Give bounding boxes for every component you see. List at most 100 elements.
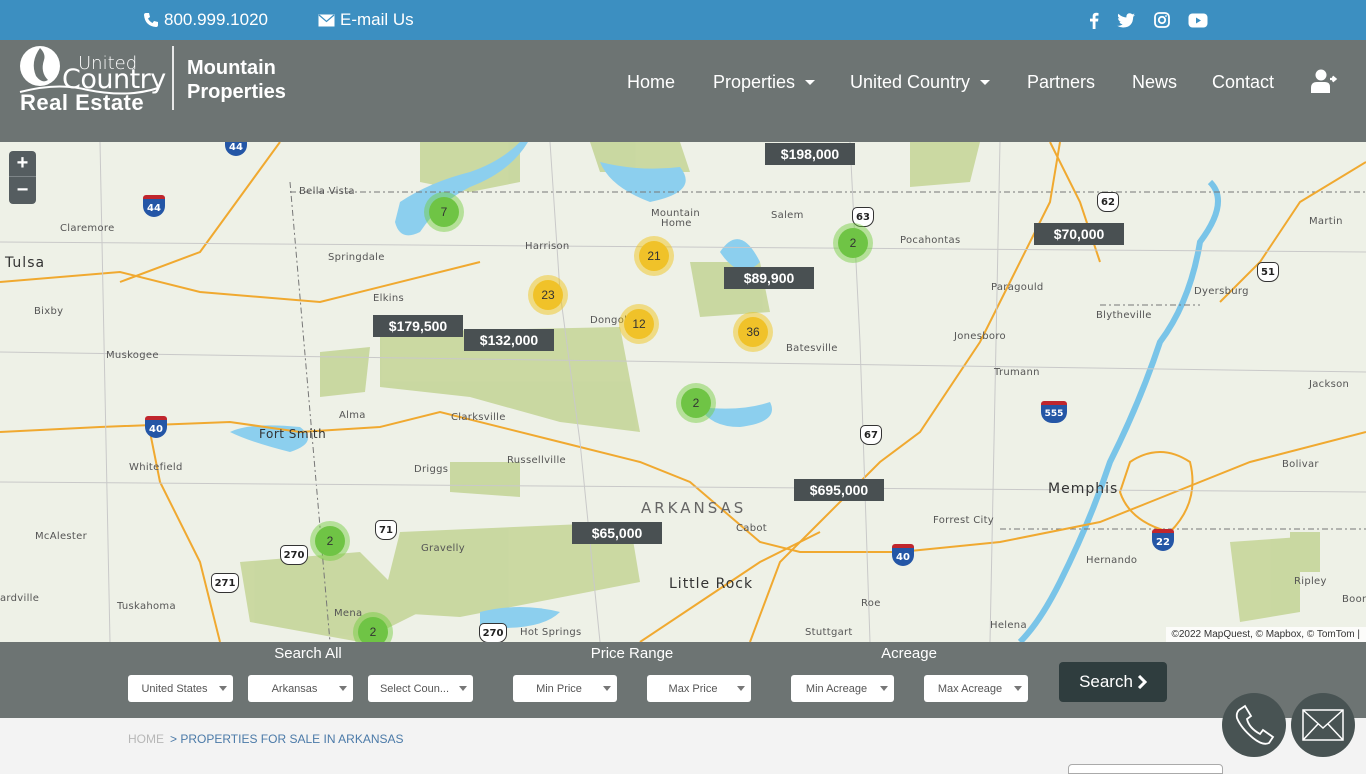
cluster-count: 36 xyxy=(738,317,768,347)
listing-cluster[interactable]: 21 xyxy=(634,236,674,276)
us-route-shield: 62 xyxy=(1097,192,1119,212)
zoom-in-button[interactable]: + xyxy=(9,151,36,177)
country-select[interactable]: United States xyxy=(128,675,233,702)
top-contact-bar: 800.999.1020 E-mail Us xyxy=(0,0,1366,40)
map-place-label: Hot Springs xyxy=(520,627,582,638)
property-price-marker[interactable]: $198,000 xyxy=(765,143,855,165)
property-price-marker[interactable]: $179,500 xyxy=(373,315,463,337)
map-place-label: Harrison xyxy=(525,241,570,252)
nav-partners[interactable]: Partners xyxy=(1027,72,1095,93)
cluster-count: 2 xyxy=(315,526,345,556)
nav-properties[interactable]: Properties xyxy=(713,72,815,93)
site-logo[interactable]: United Country Real Estate Mountain Prop… xyxy=(18,44,288,116)
interstate-shield: 40 xyxy=(145,416,167,438)
map-place-label: Memphis xyxy=(1048,481,1118,497)
login-register-button[interactable] xyxy=(1311,69,1338,93)
us-route-shield: 270 xyxy=(280,545,308,565)
state-select[interactable]: Arkansas xyxy=(248,675,353,702)
us-route-shield: 71 xyxy=(375,520,397,540)
envelope-icon xyxy=(318,14,335,27)
min-price-select[interactable]: Min Price xyxy=(513,675,617,702)
cluster-count: 21 xyxy=(639,241,669,271)
max-price-select[interactable]: Max Price xyxy=(647,675,751,702)
map-place-label: Springdale xyxy=(328,252,385,263)
office-name-line1: Mountain xyxy=(187,57,276,80)
facebook-icon xyxy=(1089,12,1099,29)
us-route-shield: 51 xyxy=(1257,262,1279,282)
map-place-label: Bolivar xyxy=(1282,459,1319,470)
listing-cluster[interactable]: 2 xyxy=(833,223,873,263)
chevron-right-icon xyxy=(1137,675,1147,689)
nav-contact[interactable]: Contact xyxy=(1212,72,1274,93)
map-place-label: Claremore xyxy=(60,223,115,234)
map-place-label: Jonesboro xyxy=(954,331,1006,342)
listing-cluster[interactable]: 12 xyxy=(619,304,659,344)
twitter-link[interactable] xyxy=(1116,10,1136,30)
property-map[interactable]: Bella Vista Claremore Tulsa Springdale B… xyxy=(0,142,1366,642)
breadcrumb-home[interactable]: HOME xyxy=(128,732,164,746)
map-place-label: Jackson xyxy=(1309,379,1349,390)
us-route-shield: 271 xyxy=(211,573,239,593)
interstate-shield: 44 xyxy=(143,195,165,217)
office-name-line2: Properties xyxy=(187,81,286,104)
email-label: E-mail Us xyxy=(340,10,414,30)
property-price-marker[interactable]: $132,000 xyxy=(464,329,554,351)
property-price-marker[interactable]: $89,900 xyxy=(724,267,814,289)
map-place-label: Fort Smith xyxy=(259,427,326,441)
map-place-label: Paragould xyxy=(991,282,1044,293)
search-button-label: Search xyxy=(1079,672,1133,692)
breadcrumb-current: > PROPERTIES FOR SALE IN ARKANSAS xyxy=(170,732,404,746)
map-place-label: McAlester xyxy=(35,531,87,542)
map-place-label: Muskogee xyxy=(106,350,159,361)
property-price-marker[interactable]: $70,000 xyxy=(1034,223,1124,245)
cluster-count: 23 xyxy=(533,280,563,310)
listing-cluster[interactable]: 2 xyxy=(310,521,350,561)
dropdown-arrow-icon xyxy=(880,686,888,691)
dropdown-arrow-icon xyxy=(339,686,347,691)
listing-cluster[interactable]: 23 xyxy=(528,275,568,315)
nav-news[interactable]: News xyxy=(1132,72,1177,93)
map-attribution[interactable]: ©2022 MapQuest, © Mapbox, © TomTom | xyxy=(1166,627,1366,642)
property-price-marker[interactable]: $65,000 xyxy=(572,522,662,544)
call-button[interactable] xyxy=(1222,693,1286,757)
sort-select[interactable] xyxy=(1068,764,1223,774)
property-price-marker[interactable]: $695,000 xyxy=(794,479,884,501)
listing-cluster[interactable]: 7 xyxy=(424,192,464,232)
county-select[interactable]: Select Coun... xyxy=(368,675,473,702)
listing-cluster[interactable]: 36 xyxy=(733,312,773,352)
instagram-link[interactable] xyxy=(1152,10,1172,30)
dropdown-arrow-icon xyxy=(737,686,745,691)
facebook-link[interactable] xyxy=(1084,10,1104,30)
listing-cluster[interactable]: 2 xyxy=(676,383,716,423)
search-all-label: Search All xyxy=(128,645,488,662)
price-range-label: Price Range xyxy=(512,645,752,662)
phone-link[interactable]: 800.999.1020 xyxy=(143,10,268,30)
nav-home-label: Home xyxy=(627,72,675,93)
map-place-label: Whitefield xyxy=(129,462,183,473)
map-place-label: Hernando xyxy=(1086,555,1137,566)
map-place-label: Stuttgart xyxy=(805,627,853,638)
interstate-shield: 40 xyxy=(892,544,914,566)
interstate-shield: 555 xyxy=(1041,401,1067,423)
nav-news-label: News xyxy=(1132,72,1177,93)
nav-united-country[interactable]: United Country xyxy=(850,72,990,93)
email-button[interactable] xyxy=(1291,693,1355,757)
zoom-out-button[interactable]: − xyxy=(9,177,36,203)
phone-icon xyxy=(143,12,159,28)
map-place-label: Dyersburg xyxy=(1194,286,1249,297)
nav-home[interactable]: Home xyxy=(627,72,675,93)
us-route-shield: 67 xyxy=(860,425,882,445)
map-place-label: Trumann xyxy=(994,367,1040,378)
youtube-link[interactable] xyxy=(1188,10,1208,30)
email-link[interactable]: E-mail Us xyxy=(318,10,414,30)
map-place-label: Cabot xyxy=(736,523,767,534)
user-plus-icon xyxy=(1311,69,1338,93)
max-acreage-select[interactable]: Max Acreage xyxy=(924,675,1028,702)
map-place-label: Martin xyxy=(1309,216,1343,227)
search-button[interactable]: Search xyxy=(1059,662,1167,702)
map-place-label: Tulsa xyxy=(5,255,45,271)
map-place-label: Clarksville xyxy=(451,412,506,423)
map-place-label: Boon xyxy=(1342,594,1366,605)
map-place-label: Roe xyxy=(861,598,881,609)
min-acreage-select[interactable]: Min Acreage xyxy=(791,675,894,702)
